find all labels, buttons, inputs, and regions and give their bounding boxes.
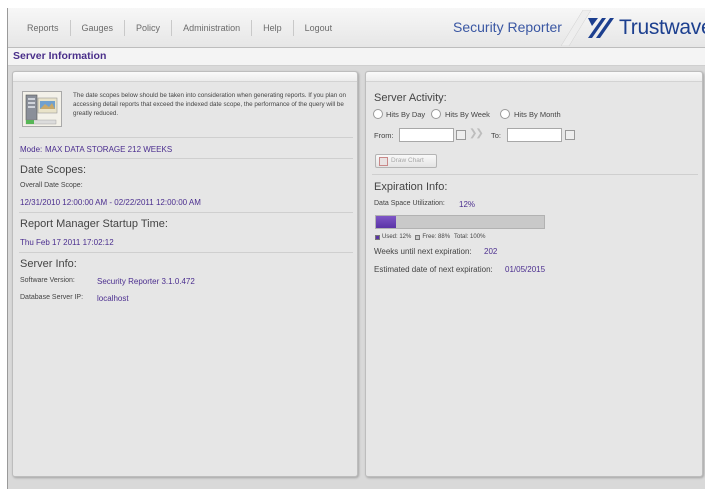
nav-administration[interactable]: Administration (172, 20, 253, 36)
divider (372, 174, 698, 175)
divider (19, 137, 353, 138)
overall-date-scope-label: Overall Date Scope: (20, 182, 83, 189)
to-calendar-icon[interactable] (565, 130, 575, 140)
radio-label-day[interactable]: Hits By Day (386, 110, 425, 119)
database-ip-value: localhost (97, 294, 129, 303)
legend-total: Total: 100% (454, 234, 486, 240)
mode-label: Mode: (20, 145, 43, 154)
draw-chart-button[interactable]: Draw Chart (375, 154, 437, 168)
from-date-input[interactable] (399, 128, 454, 142)
product-name: Security Reporter (453, 19, 562, 35)
to-label: To: (491, 131, 502, 140)
panel-header (13, 72, 357, 82)
top-navigation-bar: Reports Gauges Policy Administration Hel… (8, 8, 705, 48)
date-scope-notice: The date scopes below should be taken in… (73, 92, 347, 117)
nav-logout[interactable]: Logout (294, 20, 344, 36)
software-version-label: Software Version: (20, 277, 75, 284)
used-swatch (375, 234, 380, 240)
divider (19, 212, 353, 213)
startup-time-heading: Report Manager Startup Time: (20, 218, 168, 230)
next-expiration-label: Estimated date of next expiration: (374, 265, 493, 274)
next-expiration-value: 01/05/2015 (505, 265, 546, 274)
overall-date-scope-value: 12/31/2010 12:00:00 AM - 02/22/2011 12:0… (20, 198, 201, 207)
divider (19, 158, 353, 159)
divider (19, 252, 353, 253)
expiration-info-heading: Expiration Info: (374, 181, 448, 193)
server-info-panel: The date scopes below should be taken in… (12, 71, 358, 477)
page-title-bar: Server Information (8, 48, 705, 66)
radio-hits-by-month[interactable] (500, 109, 510, 119)
usage-bar-fill (376, 216, 397, 228)
legend-free: Free: 88% (422, 234, 451, 240)
database-ip-label: Database Server IP: (20, 294, 84, 301)
trustwave-logo-icon (588, 18, 614, 38)
server-activity-heading: Server Activity: (374, 92, 447, 104)
page-title: Server Information (13, 50, 107, 62)
usage-legend: Used: 12% Free: 88% Total: 100% (375, 234, 485, 240)
range-arrow-icon: ❯❯ (469, 128, 484, 139)
company-logo: Trustwave ® (586, 14, 705, 42)
legend-used: Used: 12% (382, 234, 412, 240)
utilization-value: 12% (459, 200, 476, 209)
from-label: From: (374, 131, 394, 140)
nav-gauges[interactable]: Gauges (71, 20, 126, 36)
from-calendar-icon[interactable] (456, 130, 466, 140)
company-name: Trustwave (619, 16, 705, 39)
mode-value: MAX DATA STORAGE 212 WEEKS (45, 145, 173, 154)
pdf-icon (379, 157, 388, 166)
date-scopes-heading: Date Scopes: (20, 164, 87, 176)
app-frame: Reports Gauges Policy Administration Hel… (7, 8, 705, 489)
utilization-label: Data Space Utilization: (374, 200, 445, 207)
weeks-until-expiration-value: 202 (484, 247, 498, 256)
server-info-heading: Server Info: (20, 258, 77, 270)
data-space-usage-bar (375, 215, 545, 229)
main-nav: Reports Gauges Policy Administration Hel… (16, 20, 343, 36)
radio-label-month[interactable]: Hits By Month (514, 110, 561, 119)
weeks-until-expiration-label: Weeks until next expiration: (374, 247, 472, 256)
software-version-value: Security Reporter 3.1.0.472 (97, 277, 195, 286)
to-date-input[interactable] (507, 128, 562, 142)
server-activity-panel: Server Activity: Hits By Day Hits By Wee… (365, 71, 703, 477)
server-info-icon (22, 91, 62, 127)
radio-hits-by-day[interactable] (373, 109, 383, 119)
nav-reports[interactable]: Reports (16, 20, 71, 36)
panel-header (366, 72, 702, 82)
radio-hits-by-week[interactable] (431, 109, 441, 119)
free-swatch (415, 234, 421, 240)
nav-help[interactable]: Help (252, 20, 294, 36)
startup-time-value: Thu Feb 17 2011 17:02:12 (20, 238, 114, 247)
draw-chart-label: Draw Chart (391, 157, 424, 164)
radio-label-week[interactable]: Hits By Week (445, 110, 490, 119)
nav-policy[interactable]: Policy (125, 20, 173, 36)
